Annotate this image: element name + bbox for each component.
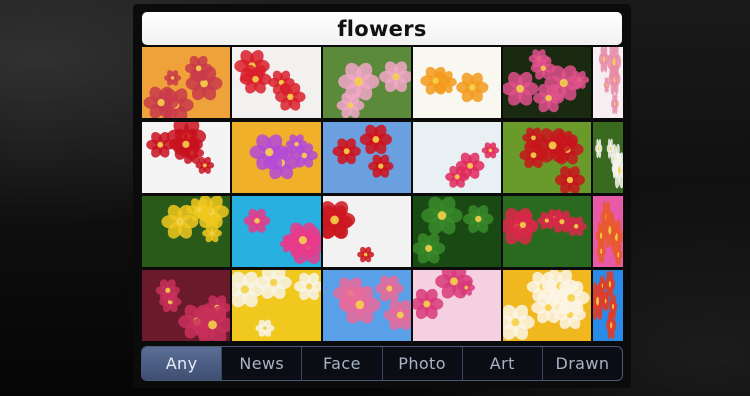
image-result[interactable] [232,47,321,118]
image-result[interactable] [593,47,623,118]
image-result[interactable] [593,270,623,341]
filter-photo-button[interactable]: Photo [383,347,463,380]
image-result[interactable] [503,122,591,193]
image-result[interactable] [142,47,230,118]
filter-news-button[interactable]: News [222,347,303,380]
image-result[interactable] [323,47,411,118]
image-result[interactable] [232,196,321,267]
image-result[interactable] [413,270,501,341]
search-bar[interactable]: flowers [142,12,622,45]
image-result[interactable] [232,270,321,341]
image-result[interactable] [413,196,501,267]
filter-art-button[interactable]: Art [463,347,543,380]
image-result[interactable] [593,196,623,267]
image-result[interactable] [503,47,591,118]
image-result[interactable] [323,196,411,267]
image-result[interactable] [232,122,321,193]
image-result[interactable] [142,122,230,193]
filter-face-button[interactable]: Face [302,347,383,380]
image-result[interactable] [142,196,230,267]
image-result[interactable] [142,270,230,341]
filter-segmented-control: Any News Face Photo Art Drawn [141,346,623,381]
filter-drawn-button[interactable]: Drawn [543,347,622,380]
image-result[interactable] [413,47,501,118]
image-result[interactable] [503,196,591,267]
filter-any-button[interactable]: Any [142,347,223,380]
image-result[interactable] [503,270,591,341]
image-result[interactable] [323,270,411,341]
image-result[interactable] [413,122,501,193]
image-result[interactable] [323,122,411,193]
image-result[interactable] [593,122,623,193]
search-query: flowers [337,16,427,41]
image-results-grid [142,47,623,343]
